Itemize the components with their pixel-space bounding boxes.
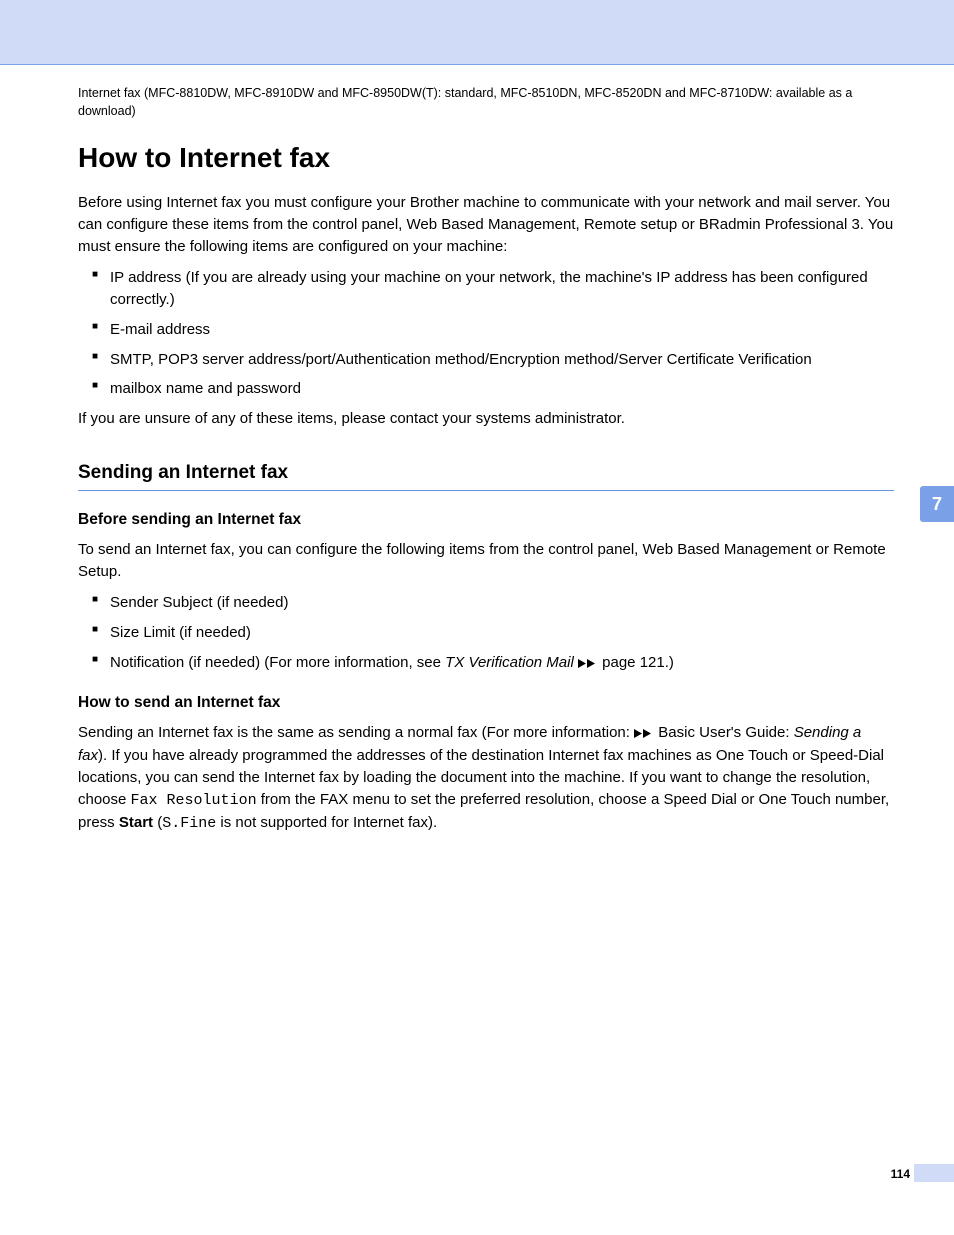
intro-paragraph: Before using Internet fax you must confi…: [78, 192, 894, 257]
header-band: [0, 0, 954, 65]
subsection-heading: How to send an Internet fax: [78, 694, 894, 712]
text: Basic User's Guide:: [654, 724, 794, 741]
subsection-heading: Before sending an Internet fax: [78, 511, 894, 529]
arrows-icon: [634, 724, 654, 746]
list-item: Sender Subject (if needed): [92, 592, 894, 614]
page-title: How to Internet fax: [78, 142, 894, 174]
page-content: Internet fax (MFC-8810DW, MFC-8910DW and…: [0, 65, 954, 834]
chapter-tab: 7: [920, 486, 954, 522]
text: (: [153, 814, 162, 831]
send-paragraph: Sending an Internet fax is the same as s…: [78, 722, 894, 835]
list-item: IP address (If you are already using you…: [92, 267, 894, 311]
button-label: Start: [119, 814, 153, 831]
ui-label: S.Fine: [162, 815, 216, 832]
list-item: Notification (if needed) (For more infor…: [92, 652, 894, 676]
list-item: Size Limit (if needed): [92, 622, 894, 644]
list-item: mailbox name and password: [92, 378, 894, 400]
text: Sending an Internet fax is the same as s…: [78, 724, 634, 741]
list-item-text: Notification (if needed) (For more infor…: [110, 654, 445, 671]
list-item: E-mail address: [92, 319, 894, 341]
list-item: SMTP, POP3 server address/port/Authentic…: [92, 349, 894, 371]
unsure-paragraph: If you are unsure of any of these items,…: [78, 408, 894, 430]
ui-label: Fax Resolution: [131, 792, 257, 809]
list-item-text: page 121.): [598, 654, 674, 671]
arrows-icon: [578, 654, 598, 676]
header-note: Internet fax (MFC-8810DW, MFC-8910DW and…: [78, 85, 894, 120]
config-list: IP address (If you are already using you…: [78, 267, 894, 400]
page-number-block: [914, 1164, 954, 1182]
before-list: Sender Subject (if needed) Size Limit (i…: [78, 592, 894, 675]
cross-ref: TX Verification Mail: [445, 654, 574, 671]
text: is not supported for Internet fax).: [216, 814, 437, 831]
before-paragraph: To send an Internet fax, you can configu…: [78, 539, 894, 583]
section-heading: Sending an Internet fax: [78, 462, 894, 491]
page-number: 114: [891, 1167, 910, 1181]
